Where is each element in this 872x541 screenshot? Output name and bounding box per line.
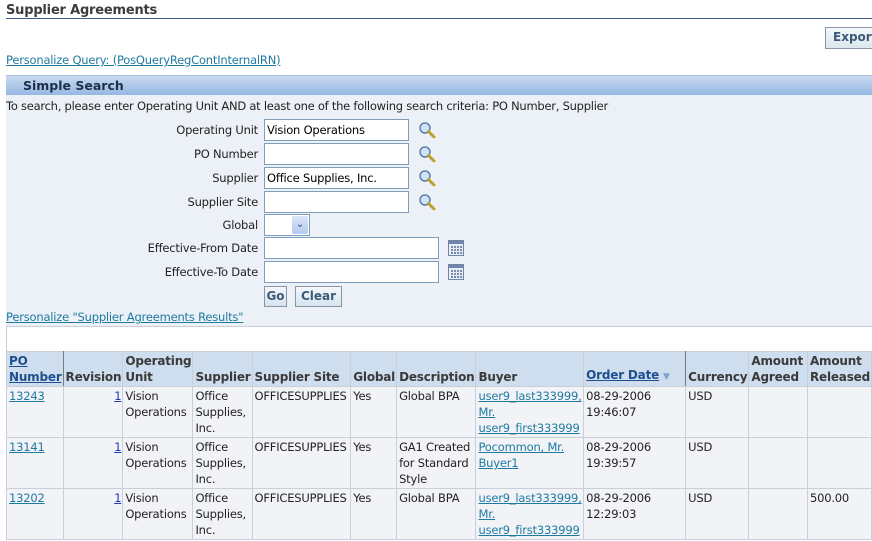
table-row: 13141 1 Vision Operations Office Supplie… xyxy=(6,437,872,489)
chevron-down-icon[interactable]: ⌄ xyxy=(292,216,308,234)
sort-descending-icon: ▼ xyxy=(663,372,670,382)
supplier-cell: Office Supplies, Inc. xyxy=(192,488,253,540)
global-cell: Yes xyxy=(350,488,398,540)
supplier-cell: Office Supplies, Inc. xyxy=(192,386,253,438)
calendar-icon[interactable] xyxy=(448,264,464,280)
currency-cell: USD xyxy=(685,437,750,489)
supplier-site-cell: OFFICESUPPLIES xyxy=(251,488,352,540)
operating-unit-cell: Vision Operations xyxy=(122,437,194,489)
supplier-row: Supplier xyxy=(6,167,606,189)
operating-unit-row: Operating Unit xyxy=(6,119,606,141)
supplier-site-label: Supplier Site xyxy=(187,195,258,209)
go-button[interactable]: Go xyxy=(264,286,287,307)
po-number-row: PO Number xyxy=(6,143,606,165)
search-icon[interactable] xyxy=(418,145,436,163)
results-table: PO Number Revision Operating Unit Suppli… xyxy=(6,351,872,540)
search-buttons-row: Go Clear xyxy=(6,286,606,308)
revision-link[interactable]: 1 xyxy=(114,389,121,403)
search-icon[interactable] xyxy=(418,169,436,187)
po-number-link[interactable]: 13141 xyxy=(9,440,45,454)
global-label: Global xyxy=(222,218,259,232)
effective-from-label: Effective-From Date xyxy=(147,241,259,255)
export-button[interactable]: Export xyxy=(825,27,872,49)
simple-search-region: Simple Search To search, please enter Op… xyxy=(6,75,872,326)
search-instructions: To search, please enter Operating Unit A… xyxy=(6,99,608,113)
operating-unit-label: Operating Unit xyxy=(176,123,258,137)
description-cell: Global BPA xyxy=(396,488,477,540)
order-date-cell: 08-29-2006 19:46:07 xyxy=(583,386,687,438)
order-date-cell: 08-29-2006 19:39:57 xyxy=(583,437,687,489)
column-header-supplier-site: Supplier Site xyxy=(251,351,352,387)
revision-link[interactable]: 1 xyxy=(114,491,121,505)
table-header-row: PO Number Revision Operating Unit Suppli… xyxy=(6,351,872,387)
title-divider xyxy=(6,18,872,19)
po-number-link[interactable]: 13243 xyxy=(9,389,45,403)
column-header-supplier: Supplier xyxy=(192,351,253,387)
column-header-po-number[interactable]: PO Number xyxy=(6,351,64,387)
results-table-toolbar xyxy=(6,326,872,351)
po-number-label: PO Number xyxy=(193,147,258,161)
operating-unit-cell: Vision Operations xyxy=(122,386,194,438)
operating-unit-cell: Vision Operations xyxy=(122,488,194,540)
global-cell: Yes xyxy=(350,437,398,489)
column-header-order-date[interactable]: Order Date ▼ xyxy=(583,351,687,387)
currency-cell: USD xyxy=(685,488,750,540)
effective-from-row: Effective-From Date xyxy=(6,237,606,259)
buyer-link[interactable]: user9_last333999, Mr. user9_first333999 xyxy=(478,389,581,435)
column-header-global: Global xyxy=(350,351,398,387)
order-date-cell: 08-29-2006 12:29:03 xyxy=(583,488,687,540)
amount-agreed-cell xyxy=(748,488,808,540)
column-header-buyer: Buyer xyxy=(475,351,585,387)
operating-unit-input[interactable] xyxy=(264,119,409,141)
page-title: Supplier Agreements xyxy=(6,3,158,18)
amount-agreed-cell xyxy=(748,437,808,489)
po-number-link[interactable]: 13202 xyxy=(9,491,45,505)
personalize-results-link[interactable]: Personalize "Supplier Agreements Results… xyxy=(6,310,244,324)
calendar-icon[interactable] xyxy=(448,240,464,256)
supplier-label: Supplier xyxy=(212,171,258,185)
effective-to-label: Effective-To Date xyxy=(164,265,258,279)
global-row: Global ⌄ xyxy=(6,214,606,236)
column-header-description: Description xyxy=(396,351,477,387)
amount-released-cell: 500.00 xyxy=(806,488,872,540)
supplier-cell: Office Supplies, Inc. xyxy=(192,437,253,489)
currency-cell: USD xyxy=(685,386,750,438)
simple-search-header: Simple Search xyxy=(6,75,872,95)
amount-agreed-cell xyxy=(748,386,808,438)
description-cell: GA1 Created for Standard Style xyxy=(396,437,477,489)
global-select[interactable]: ⌄ xyxy=(264,214,310,236)
revision-link[interactable]: 1 xyxy=(114,440,121,454)
po-number-input[interactable] xyxy=(264,143,409,165)
column-header-revision: Revision xyxy=(62,351,124,387)
column-header-operating-unit: Operating Unit xyxy=(122,351,194,387)
personalize-query-link[interactable]: Personalize Query: (PosQueryRegContInter… xyxy=(6,53,281,67)
amount-released-cell xyxy=(806,386,872,438)
description-cell: Global BPA xyxy=(396,386,477,438)
column-header-amount-released: Amount Released xyxy=(806,351,872,387)
supplier-site-row: Supplier Site xyxy=(6,191,606,213)
effective-from-input[interactable] xyxy=(264,237,439,259)
buyer-link[interactable]: user9_last333999, Mr. user9_first333999 xyxy=(478,491,581,537)
supplier-site-cell: OFFICESUPPLIES xyxy=(251,437,352,489)
table-row: 13243 1 Vision Operations Office Supplie… xyxy=(6,386,872,438)
column-header-amount-agreed: Amount Agreed xyxy=(748,351,808,387)
supplier-input[interactable] xyxy=(264,167,409,189)
effective-to-row: Effective-To Date xyxy=(6,261,606,283)
effective-to-input[interactable] xyxy=(264,261,439,283)
search-icon[interactable] xyxy=(418,193,436,211)
clear-button[interactable]: Clear xyxy=(295,286,342,307)
table-row: 13202 1 Vision Operations Office Supplie… xyxy=(6,488,872,540)
supplier-site-cell: OFFICESUPPLIES xyxy=(251,386,352,438)
search-icon[interactable] xyxy=(418,121,436,139)
column-header-currency: Currency xyxy=(685,351,750,387)
amount-released-cell xyxy=(806,437,872,489)
global-cell: Yes xyxy=(350,386,398,438)
buyer-link[interactable]: Pocommon, Mr. Buyer1 xyxy=(478,440,564,470)
supplier-site-input[interactable] xyxy=(264,191,409,213)
